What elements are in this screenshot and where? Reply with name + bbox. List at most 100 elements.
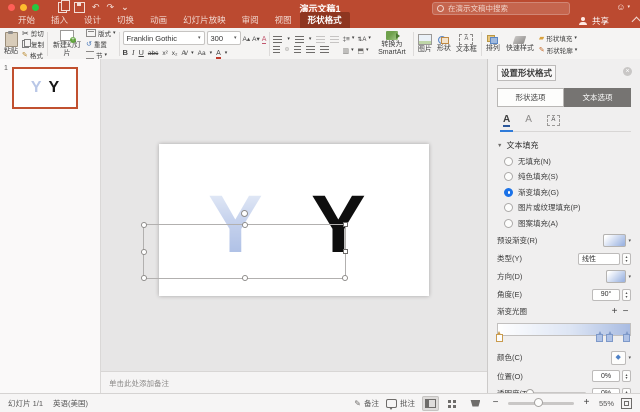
tab-text-options[interactable]: 文本选项	[564, 88, 631, 107]
gradient-bar[interactable]	[497, 323, 631, 345]
picture-button[interactable]: 图片	[417, 34, 433, 54]
redo-icon[interactable]	[107, 3, 115, 12]
text-fill-outline-icon[interactable]	[503, 115, 510, 126]
notes-toggle-button[interactable]: 备注	[354, 398, 379, 409]
section-text-fill[interactable]: 文本填充	[497, 140, 631, 151]
option-pattern-fill[interactable]: 图案填充(A)	[504, 218, 631, 229]
font-color-button[interactable]	[216, 48, 221, 57]
align-left-button[interactable]	[273, 46, 280, 53]
tab-review[interactable]: 审阅	[234, 12, 267, 29]
superscript-button[interactable]	[162, 48, 167, 57]
zoom-slider[interactable]	[508, 402, 574, 405]
feedback-button[interactable]	[616, 2, 630, 12]
decrease-font-size-button[interactable]	[252, 34, 260, 43]
add-stop-button[interactable]: +	[609, 307, 620, 317]
angle-stepper[interactable]	[622, 289, 631, 301]
arrange-button[interactable]: 排列	[485, 35, 501, 53]
tab-slideshow[interactable]: 幻灯片放映	[175, 12, 234, 29]
increase-font-size-button[interactable]	[243, 34, 251, 43]
color-picker-button[interactable]	[611, 351, 631, 365]
font-name-select[interactable]: Franklin Gothic	[123, 31, 205, 45]
bullets-button[interactable]	[273, 36, 282, 43]
remove-stop-button[interactable]: −	[620, 307, 631, 317]
gradient-stop[interactable]	[496, 334, 503, 342]
tab-animations[interactable]: 动画	[142, 12, 175, 29]
direction-select[interactable]	[606, 270, 631, 283]
zoom-in-button[interactable]: +	[581, 398, 592, 408]
tab-home[interactable]: 开始	[10, 12, 43, 29]
resize-handle-bottom-right[interactable]	[342, 275, 348, 281]
close-window-button[interactable]	[8, 4, 15, 11]
gradient-stop[interactable]	[623, 334, 630, 342]
slide-canvas[interactable]: Y Y 单击此处添加备注	[101, 59, 487, 393]
customize-toolbar-icon[interactable]	[121, 3, 129, 12]
align-center-button[interactable]	[285, 47, 289, 51]
resize-handle-top-left[interactable]	[141, 222, 147, 228]
option-no-fill[interactable]: 无填充(N)	[504, 156, 631, 167]
resize-handle-bottom-left[interactable]	[141, 275, 147, 281]
option-solid-fill[interactable]: 纯色填充(S)	[504, 171, 631, 182]
gradient-stop[interactable]	[596, 334, 603, 342]
undo-icon[interactable]	[92, 3, 100, 12]
angle-input[interactable]: 90°	[592, 289, 620, 301]
align-text-button[interactable]	[357, 46, 364, 55]
decrease-indent-button[interactable]	[316, 36, 325, 43]
option-picture-texture-fill[interactable]: 图片或纹理填充(P)	[504, 202, 631, 213]
tab-design[interactable]: 设计	[76, 12, 109, 29]
reset-button[interactable]: 重置	[86, 39, 116, 49]
resize-handle-mid-left[interactable]	[141, 249, 147, 255]
resize-handle-bottom-mid[interactable]	[242, 275, 248, 281]
position-input[interactable]: 0%	[592, 370, 620, 382]
new-from-template-icon[interactable]	[58, 2, 67, 13]
font-size-select[interactable]: 300	[207, 31, 241, 45]
zoom-slider-knob[interactable]	[534, 398, 543, 407]
resize-handle-top-mid[interactable]	[242, 222, 248, 228]
textbox-button[interactable]: 文本框	[455, 34, 478, 54]
slide-sorter-button[interactable]	[446, 397, 461, 410]
shape-outline-button[interactable]: 形状轮廓	[539, 45, 577, 55]
fit-to-window-icon[interactable]	[621, 398, 632, 409]
minimize-window-button[interactable]	[20, 4, 27, 11]
zoom-window-button[interactable]	[32, 4, 39, 11]
new-slide-button[interactable]: 新建幻灯片	[51, 30, 83, 57]
option-gradient-fill[interactable]: 渐变填充(G)	[504, 187, 631, 198]
paste-button[interactable]: 粘贴	[3, 32, 19, 56]
language-indicator[interactable]: 英语(美国)	[53, 398, 88, 409]
position-stepper[interactable]	[622, 370, 631, 382]
strikethrough-button[interactable]	[148, 48, 158, 57]
text-direction-button[interactable]	[357, 34, 366, 43]
comments-toggle-button[interactable]: 批注	[386, 398, 415, 409]
underline-button[interactable]	[138, 48, 143, 57]
quick-styles-button[interactable]: 快速样式	[504, 36, 536, 53]
gradient-stop[interactable]	[606, 334, 613, 342]
save-icon[interactable]	[74, 2, 85, 13]
convert-to-smartart-button[interactable]: 转换为SmartArt	[374, 31, 410, 56]
layout-button[interactable]: 版式	[86, 28, 116, 38]
textbox-options-icon[interactable]	[547, 115, 560, 126]
distribute-button[interactable]	[320, 46, 329, 53]
line-spacing-button[interactable]	[342, 34, 349, 43]
shapes-button[interactable]: 形状	[436, 35, 452, 53]
adjust-handle-mid-right[interactable]	[343, 249, 348, 254]
normal-view-button[interactable]	[422, 396, 439, 411]
text-effects-icon[interactable]	[525, 115, 532, 126]
share-button[interactable]: 共享	[579, 15, 619, 27]
numbering-button[interactable]	[295, 36, 304, 43]
tab-shape-format[interactable]: 形状格式	[300, 12, 350, 29]
preset-gradient-select[interactable]	[603, 234, 631, 247]
italic-button[interactable]	[132, 48, 135, 57]
copy-button[interactable]: 复制	[22, 39, 44, 49]
subscript-button[interactable]	[172, 48, 178, 57]
character-spacing-button[interactable]	[182, 48, 188, 57]
tab-view[interactable]: 视图	[267, 12, 300, 29]
adjust-handle-top-right[interactable]	[343, 222, 348, 227]
justify-button[interactable]	[306, 46, 315, 53]
type-select[interactable]: 线性	[578, 253, 620, 265]
align-right-button[interactable]	[294, 46, 301, 53]
change-case-button[interactable]	[198, 48, 206, 57]
clear-formatting-button[interactable]	[262, 34, 267, 43]
collapse-ribbon-icon[interactable]	[632, 17, 640, 27]
columns-button[interactable]	[342, 46, 349, 55]
increase-indent-button[interactable]	[330, 36, 339, 43]
slide-thumbnail[interactable]: Y Y	[12, 67, 78, 109]
